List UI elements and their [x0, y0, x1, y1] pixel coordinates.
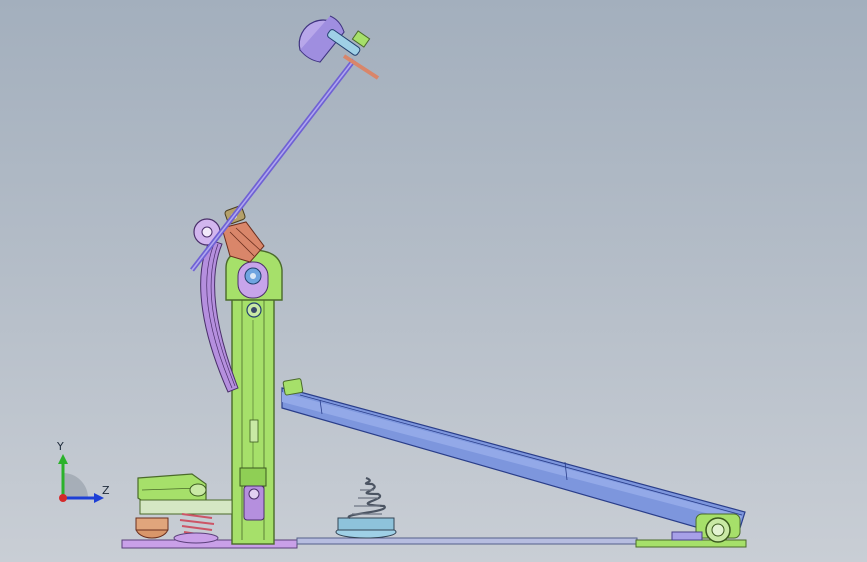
- z-axis-label: Z: [102, 484, 110, 497]
- beater-rod[interactable]: [190, 58, 356, 272]
- origin-dot-icon: [59, 494, 67, 502]
- cad-viewport[interactable]: Y Z: [0, 0, 867, 562]
- y-axis-arrow-icon: [58, 454, 68, 464]
- frame-post[interactable]: [231, 295, 275, 545]
- beater-head[interactable]: [298, 15, 380, 80]
- coordinate-triad: Y Z: [48, 440, 118, 510]
- footboard[interactable]: [281, 378, 746, 535]
- return-spring[interactable]: [335, 476, 397, 539]
- y-axis-label: Y: [57, 440, 64, 453]
- pedal-assembly-model[interactable]: [0, 0, 867, 562]
- toe-clamp[interactable]: [135, 473, 233, 544]
